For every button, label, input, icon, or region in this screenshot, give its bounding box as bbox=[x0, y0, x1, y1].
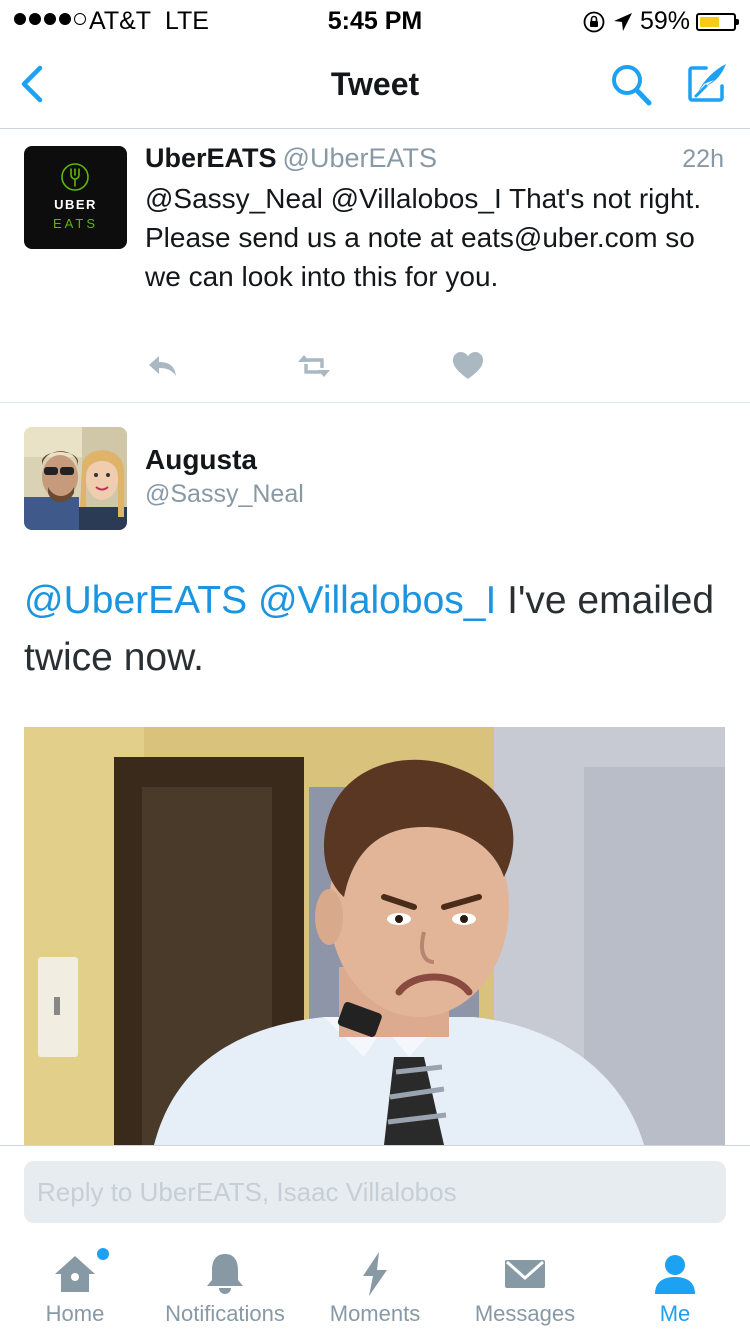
tweet2-handle[interactable]: @Sassy_Neal bbox=[145, 480, 304, 509]
tab-moments[interactable]: Moments bbox=[300, 1238, 450, 1334]
tweet1-actions bbox=[145, 348, 505, 384]
tweet2-media-gif[interactable] bbox=[24, 727, 725, 1145]
reply-input[interactable] bbox=[24, 1161, 726, 1223]
lightning-icon bbox=[363, 1252, 387, 1296]
fork-icon bbox=[61, 163, 89, 191]
avatar-augusta[interactable] bbox=[24, 427, 127, 530]
rotation-lock-icon bbox=[583, 11, 605, 32]
tab-notifications[interactable]: Notifications bbox=[150, 1238, 300, 1334]
tab-messages[interactable]: Messages bbox=[450, 1238, 600, 1334]
notification-dot bbox=[97, 1248, 109, 1260]
tab-label: Moments bbox=[329, 1301, 421, 1326]
envelope-icon bbox=[505, 1260, 545, 1288]
status-bar: AT&T LTE 5:45 PM 59% bbox=[0, 0, 750, 40]
search-icon[interactable] bbox=[606, 60, 656, 110]
person-icon bbox=[655, 1255, 695, 1294]
tab-home[interactable]: Home bbox=[0, 1238, 150, 1334]
mention-link[interactable]: @UberEATS bbox=[24, 579, 247, 622]
tab-label: Me bbox=[659, 1301, 691, 1326]
tweet2-text: @UberEATS @Villalobos_I I've emailed twi… bbox=[24, 572, 724, 686]
battery-fill bbox=[700, 16, 719, 27]
logo-text-eats: EATS bbox=[53, 216, 98, 231]
compose-icon[interactable] bbox=[682, 58, 732, 108]
tab-label: Messages bbox=[474, 1301, 576, 1326]
tweet1-handle: @UberEATS bbox=[282, 143, 437, 173]
reply-icon[interactable] bbox=[145, 348, 181, 384]
logo-text-uber: UBER bbox=[54, 197, 97, 212]
tab-me[interactable]: Me bbox=[600, 1238, 750, 1334]
battery-icon bbox=[696, 12, 739, 31]
avatar-ubereats[interactable]: UBER EATS bbox=[24, 146, 127, 249]
tab-label: Home bbox=[45, 1301, 105, 1326]
home-icon bbox=[55, 1256, 95, 1292]
tab-bar: Home Notifications Moments Messages Me bbox=[0, 1238, 750, 1334]
bell-icon bbox=[207, 1254, 243, 1294]
tweet1-text: @Sassy_Neal @Villalobos_I That's not rig… bbox=[145, 183, 702, 292]
tweet-divider bbox=[0, 402, 750, 403]
retweet-icon[interactable] bbox=[296, 348, 332, 384]
profile-photo bbox=[24, 427, 127, 530]
battery-percent: 59% bbox=[639, 7, 690, 35]
media-image bbox=[24, 727, 725, 1145]
tweet1-timestamp: 22h bbox=[682, 145, 724, 173]
tweet1-author[interactable]: UberEATS @UberEATS bbox=[145, 143, 437, 174]
reply-composer bbox=[0, 1145, 750, 1239]
like-heart-icon[interactable] bbox=[450, 348, 486, 384]
status-right: 59% bbox=[582, 7, 739, 36]
tweet1-name: UberEATS bbox=[145, 143, 277, 173]
location-arrow-icon bbox=[613, 12, 632, 31]
tweet2-name[interactable]: Augusta bbox=[145, 444, 257, 476]
mention-link[interactable]: @Villalobos_I bbox=[258, 579, 496, 622]
nav-bar: Tweet bbox=[0, 40, 750, 129]
tab-label: Notifications bbox=[165, 1301, 285, 1326]
